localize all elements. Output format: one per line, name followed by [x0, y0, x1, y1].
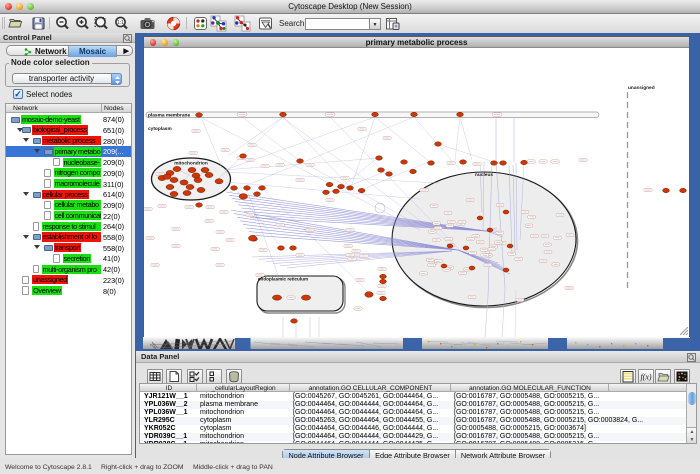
svg-text:mitochondrion: mitochondrion [174, 161, 208, 167]
svg-text:1:1: 1:1 [117, 20, 124, 26]
svg-text:plasma membrane: plasma membrane [148, 112, 190, 118]
svg-text:f(x): f(x) [640, 373, 651, 382]
svg-text:cytoplasm: cytoplasm [148, 126, 172, 132]
svg-text:nucleus: nucleus [475, 172, 493, 178]
svg-text:endoplasmic reticulum: endoplasmic reticulum [258, 277, 308, 282]
svg-text:unassigned: unassigned [628, 85, 655, 91]
